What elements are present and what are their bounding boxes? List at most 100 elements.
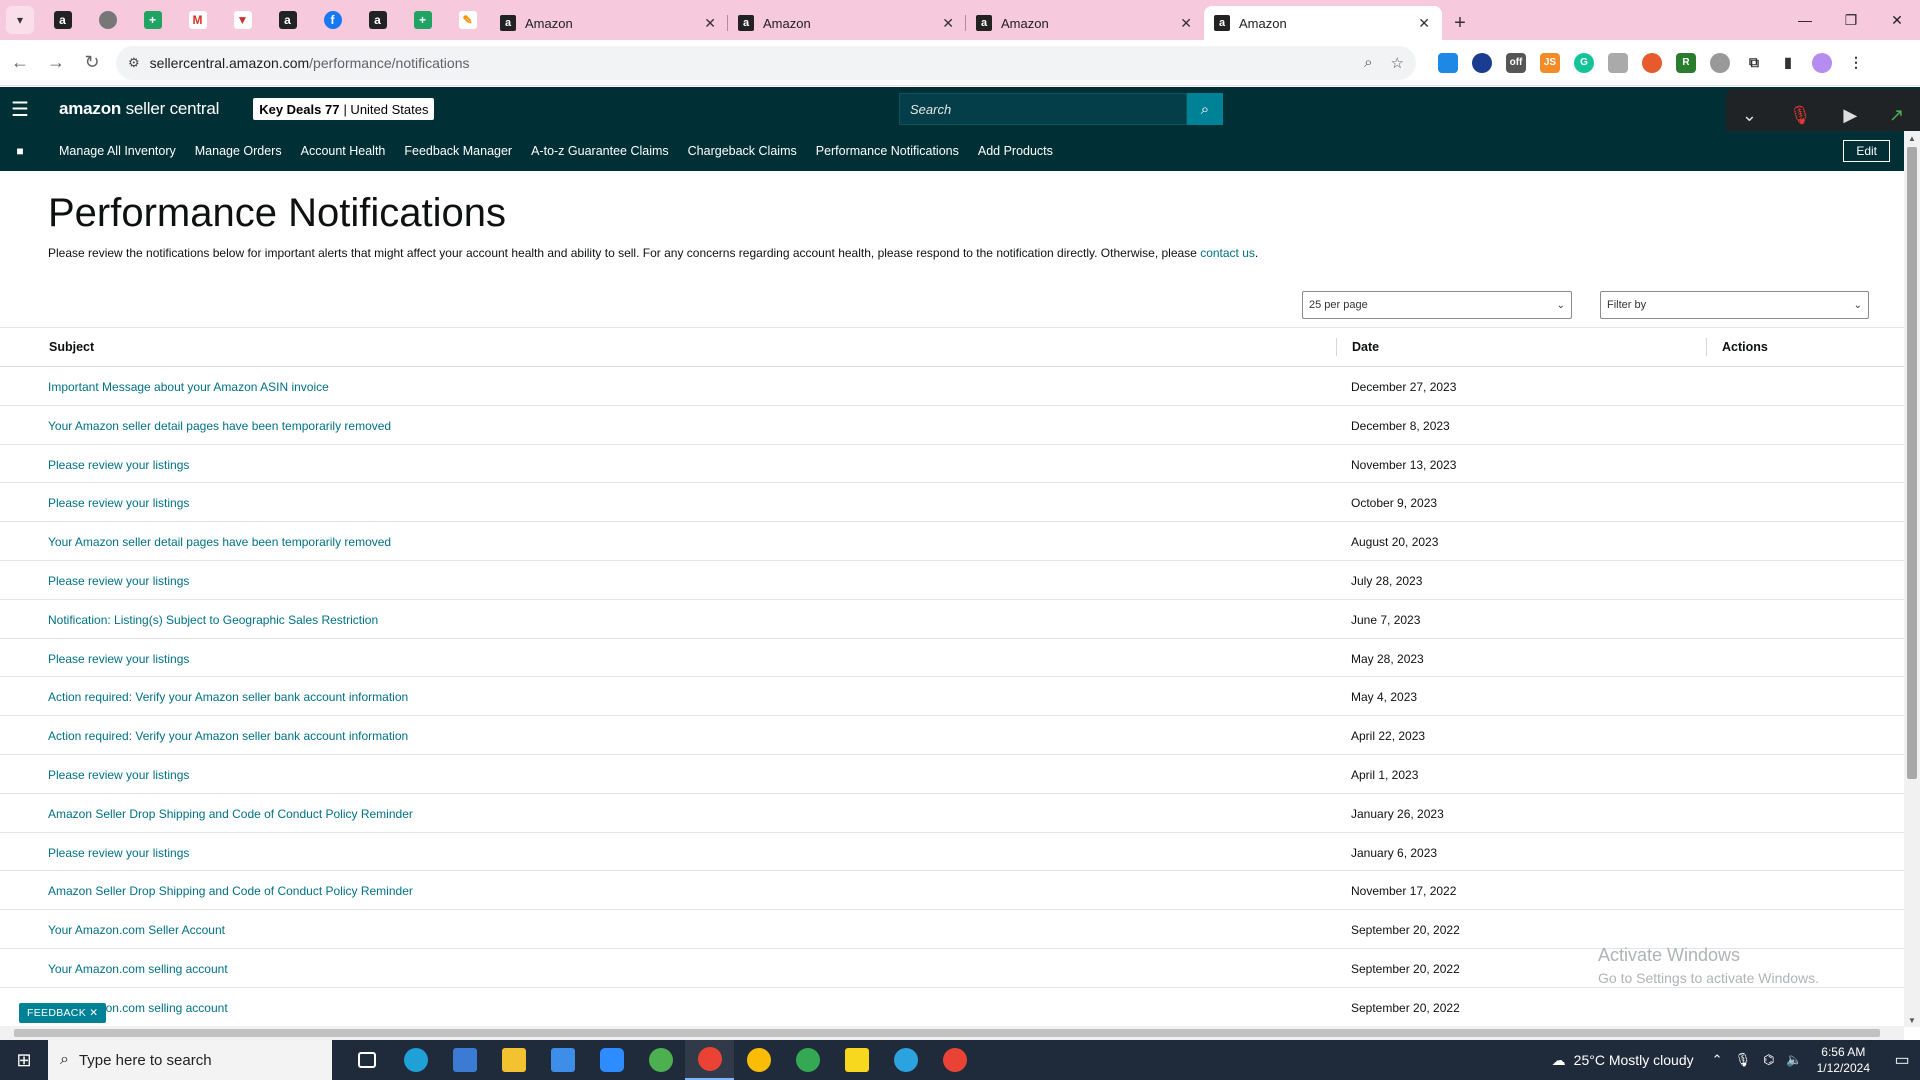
nav-link-chargeback-claims[interactable]: Chargeback Claims: [688, 144, 797, 158]
network-icon[interactable]: ⌬: [1763, 1052, 1774, 1068]
nav-link-account-health[interactable]: Account Health: [301, 144, 386, 158]
chrome-menu-icon[interactable]: ⋮: [1846, 52, 1866, 73]
bookmark-icon[interactable]: ■: [0, 144, 40, 158]
browser-tab[interactable]: a Amazon ✕: [728, 6, 966, 40]
notification-subject-link[interactable]: Action required: Verify your Amazon sell…: [48, 729, 408, 743]
extension-icon[interactable]: [1438, 52, 1458, 73]
notification-subject-link[interactable]: Please review your listings: [48, 574, 189, 588]
contact-us-link[interactable]: contact us: [1200, 246, 1255, 260]
site-info-icon[interactable]: ⚙: [128, 55, 140, 71]
nav-link-a-to-z-claims[interactable]: A-to-z Guarantee Claims: [531, 144, 669, 158]
volume-icon[interactable]: 🔈: [1786, 1052, 1802, 1068]
mail-icon[interactable]: [440, 1040, 489, 1080]
store-switcher[interactable]: Key Deals 77 | United States: [253, 98, 435, 120]
file-explorer-icon[interactable]: [489, 1040, 538, 1080]
nav-link-feedback-manager[interactable]: Feedback Manager: [404, 144, 512, 158]
close-window-icon[interactable]: ✕: [1874, 0, 1920, 40]
taskbar-search-input[interactable]: ⌕ Type here to search: [48, 1040, 332, 1080]
restore-icon[interactable]: ❐: [1828, 0, 1874, 40]
pinned-tab-amazon-2[interactable]: a: [265, 0, 310, 40]
address-bar[interactable]: ⚙ sellercentral.amazon.com/performance/n…: [116, 45, 1416, 80]
extensions-puzzle-icon[interactable]: ⧉: [1744, 52, 1764, 73]
sticky-notes-icon[interactable]: [832, 1040, 881, 1080]
minimize-icon[interactable]: —: [1782, 0, 1828, 40]
chrome-icon[interactable]: [685, 1040, 734, 1080]
per-page-select[interactable]: 25 per page ⌄: [1302, 291, 1572, 319]
microphone-icon[interactable]: 🎙: [1735, 1052, 1752, 1068]
column-header-subject[interactable]: Subject: [49, 340, 94, 354]
zoom-icon[interactable]: ⌕: [1364, 54, 1372, 72]
notification-subject-link[interactable]: Amazon Seller Drop Shipping and Code of …: [48, 807, 413, 821]
profile-avatar[interactable]: [1812, 52, 1832, 73]
camera-icon[interactable]: ▶: [1843, 105, 1857, 126]
grammarly-icon[interactable]: G: [1574, 52, 1594, 73]
reload-icon[interactable]: ↻: [76, 47, 108, 79]
seller-central-logo[interactable]: amazon seller central: [59, 99, 219, 119]
pinned-tab-globe[interactable]: [85, 0, 130, 40]
horizontal-scrollbar[interactable]: [0, 1026, 1904, 1040]
vertical-scrollbar[interactable]: ▲ ▼: [1904, 131, 1920, 1027]
extension-icon[interactable]: [1642, 52, 1662, 73]
filter-select[interactable]: Filter by ⌄: [1600, 291, 1869, 319]
chrome-icon[interactable]: [783, 1040, 832, 1080]
store-icon[interactable]: [538, 1040, 587, 1080]
extension-icon[interactable]: off: [1506, 52, 1526, 73]
weather-widget[interactable]: ☁ 25°C Mostly cloudy: [1552, 1052, 1694, 1069]
chevron-down-icon[interactable]: ⌄: [1742, 105, 1757, 126]
scroll-up-icon[interactable]: ▲: [1904, 131, 1920, 145]
pop-out-icon[interactable]: ↗: [1889, 105, 1904, 126]
edge-icon[interactable]: [391, 1040, 440, 1080]
extension-icon[interactable]: JS: [1540, 52, 1560, 73]
telegram-icon[interactable]: [881, 1040, 930, 1080]
search-button[interactable]: ⌕: [1187, 93, 1223, 125]
nav-link-performance-notifications[interactable]: Performance Notifications: [816, 144, 959, 158]
tab-search-chevron-icon[interactable]: ▾: [6, 6, 34, 34]
scrollbar-thumb[interactable]: [14, 1029, 1880, 1037]
extension-icon[interactable]: [1472, 52, 1492, 73]
notification-subject-link[interactable]: Please review your listings: [48, 496, 189, 510]
side-panel-icon[interactable]: ▮: [1778, 52, 1798, 73]
close-tab-icon[interactable]: ✕: [1418, 15, 1430, 32]
close-tab-icon[interactable]: ✕: [1180, 15, 1192, 32]
notification-subject-link[interactable]: Action required: Verify your Amazon sell…: [48, 690, 408, 704]
forward-icon[interactable]: →: [40, 47, 72, 79]
chrome-icon[interactable]: [734, 1040, 783, 1080]
clock[interactable]: 6:56 AM 1/12/2024: [1817, 1044, 1870, 1076]
pinned-tab-todoist[interactable]: ▼: [220, 0, 265, 40]
browser-tab[interactable]: a Amazon ✕: [490, 6, 728, 40]
chrome-icon[interactable]: [636, 1040, 685, 1080]
pinned-tab-amazon[interactable]: a: [40, 0, 85, 40]
search-input[interactable]: Search: [899, 93, 1187, 125]
hamburger-menu-icon[interactable]: ☰: [0, 97, 40, 122]
bookmark-star-icon[interactable]: ☆: [1391, 54, 1404, 72]
chevron-up-icon[interactable]: ⌃: [1712, 1052, 1723, 1068]
notification-subject-link[interactable]: Your Amazon.com Seller Account: [48, 923, 225, 937]
nav-link-add-products[interactable]: Add Products: [978, 144, 1053, 158]
nav-link-manage-inventory[interactable]: Manage All Inventory: [59, 144, 176, 158]
close-tab-icon[interactable]: ✕: [704, 15, 716, 32]
notification-subject-link[interactable]: Your Amazon seller detail pages have bee…: [48, 535, 391, 549]
zoom-icon[interactable]: [587, 1040, 636, 1080]
back-icon[interactable]: ←: [4, 47, 36, 79]
chrome-icon[interactable]: [930, 1040, 979, 1080]
extension-icon[interactable]: [1710, 52, 1730, 73]
notification-subject-link[interactable]: Important Message about your Amazon ASIN…: [48, 380, 329, 394]
close-icon[interactable]: ✕: [89, 1007, 98, 1019]
notification-subject-link[interactable]: Notification: Listing(s) Subject to Geog…: [48, 613, 378, 627]
extension-icon[interactable]: R: [1676, 52, 1696, 73]
notification-subject-link[interactable]: Please review your listings: [48, 768, 189, 782]
edit-nav-button[interactable]: Edit: [1843, 140, 1890, 162]
scrollbar-thumb[interactable]: [1907, 147, 1917, 779]
pinned-tab-sheets-2[interactable]: +: [400, 0, 445, 40]
pinned-tab-tool[interactable]: ✎: [445, 0, 490, 40]
windows-start-icon[interactable]: ⊞: [0, 1040, 48, 1080]
close-tab-icon[interactable]: ✕: [942, 15, 954, 32]
scroll-down-icon[interactable]: ▼: [1904, 1013, 1920, 1027]
notification-subject-link[interactable]: Amazon Seller Drop Shipping and Code of …: [48, 884, 413, 898]
pinned-tab-facebook[interactable]: f: [310, 0, 355, 40]
notification-subject-link[interactable]: Please review your listings: [48, 652, 189, 666]
pinned-tab-amazon-3[interactable]: a: [355, 0, 400, 40]
browser-tab[interactable]: a Amazon ✕: [966, 6, 1204, 40]
notification-subject-link[interactable]: Please review your listings: [48, 846, 189, 860]
notifications-icon[interactable]: ▭: [1884, 1050, 1920, 1070]
